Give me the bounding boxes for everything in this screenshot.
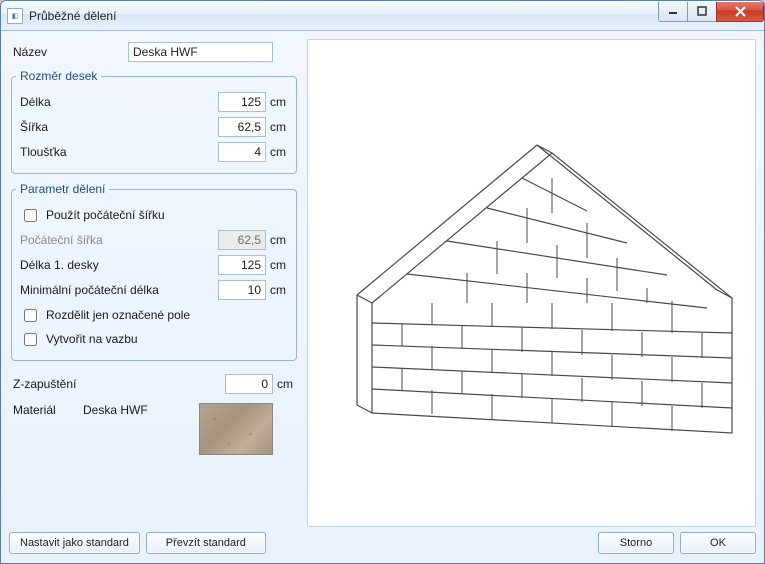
width-unit: cm [266,120,288,134]
set-standard-button[interactable]: Nastavit jako standard [9,532,140,554]
length-unit: cm [266,95,288,109]
division-legend: Parametr dělení [16,182,109,196]
name-label: Název [13,45,128,59]
z-recess-label: Z-zapuštění [13,377,225,391]
initial-width-label: Počáteční šířka [20,233,218,247]
first-board-length-input[interactable] [218,255,266,275]
width-input[interactable] [218,117,266,137]
name-input[interactable] [128,42,273,62]
app-icon: ◧ [7,8,23,24]
maximize-button[interactable] [687,2,717,22]
min-initial-length-input[interactable] [218,280,266,300]
split-marked-only-label: Rozdělit jen označené pole [46,308,190,322]
button-bar: Nastavit jako standard Převzít standard … [9,527,756,555]
split-marked-only-checkbox[interactable] [24,309,37,322]
create-bond-checkbox[interactable] [24,333,37,346]
thickness-input[interactable] [218,142,266,162]
window-title: Průběžné dělení [29,9,659,23]
width-label: Šířka [20,120,218,134]
window-controls [659,2,764,22]
material-swatch[interactable] [199,403,273,455]
material-value: Deska HWF [83,403,199,417]
ok-button[interactable]: OK [680,532,756,554]
left-panel: Název Rozměr desek Délka cm Šířka cm [9,39,299,527]
first-board-length-label: Délka 1. desky [20,258,218,272]
min-initial-length-unit: cm [266,283,288,297]
initial-width-unit: cm [266,233,288,247]
preview-svg [317,73,747,493]
client-area: Název Rozměr desek Délka cm Šířka cm [1,31,764,563]
create-bond-label: Vytvořit na vazbu [46,332,138,346]
take-standard-button[interactable]: Převzít standard [146,532,266,554]
cancel-button[interactable]: Storno [598,532,674,554]
min-initial-length-label: Minimální počáteční délka [20,283,218,297]
z-recess-input[interactable] [225,374,273,394]
board-size-group: Rozměr desek Délka cm Šířka cm Tloušťka [11,69,297,174]
first-board-length-unit: cm [266,258,288,272]
preview-3d-viewport[interactable] [307,39,756,527]
use-initial-width-label: Použít počáteční šířku [46,208,165,222]
thickness-unit: cm [266,145,288,159]
z-recess-unit: cm [273,377,295,391]
initial-width-input [218,230,266,250]
thickness-label: Tloušťka [20,145,218,159]
division-params-group: Parametr dělení Použít počáteční šířku P… [11,182,297,361]
minimize-button[interactable] [658,2,688,22]
length-input[interactable] [218,92,266,112]
dialog-window: ◧ Průběžné dělení Název Roz [0,0,765,564]
material-label: Materiál [13,403,83,417]
use-initial-width-checkbox[interactable] [24,209,37,222]
board-size-legend: Rozměr desek [16,69,101,83]
length-label: Délka [20,95,218,109]
close-button[interactable] [716,2,764,22]
titlebar[interactable]: ◧ Průběžné dělení [1,1,764,31]
